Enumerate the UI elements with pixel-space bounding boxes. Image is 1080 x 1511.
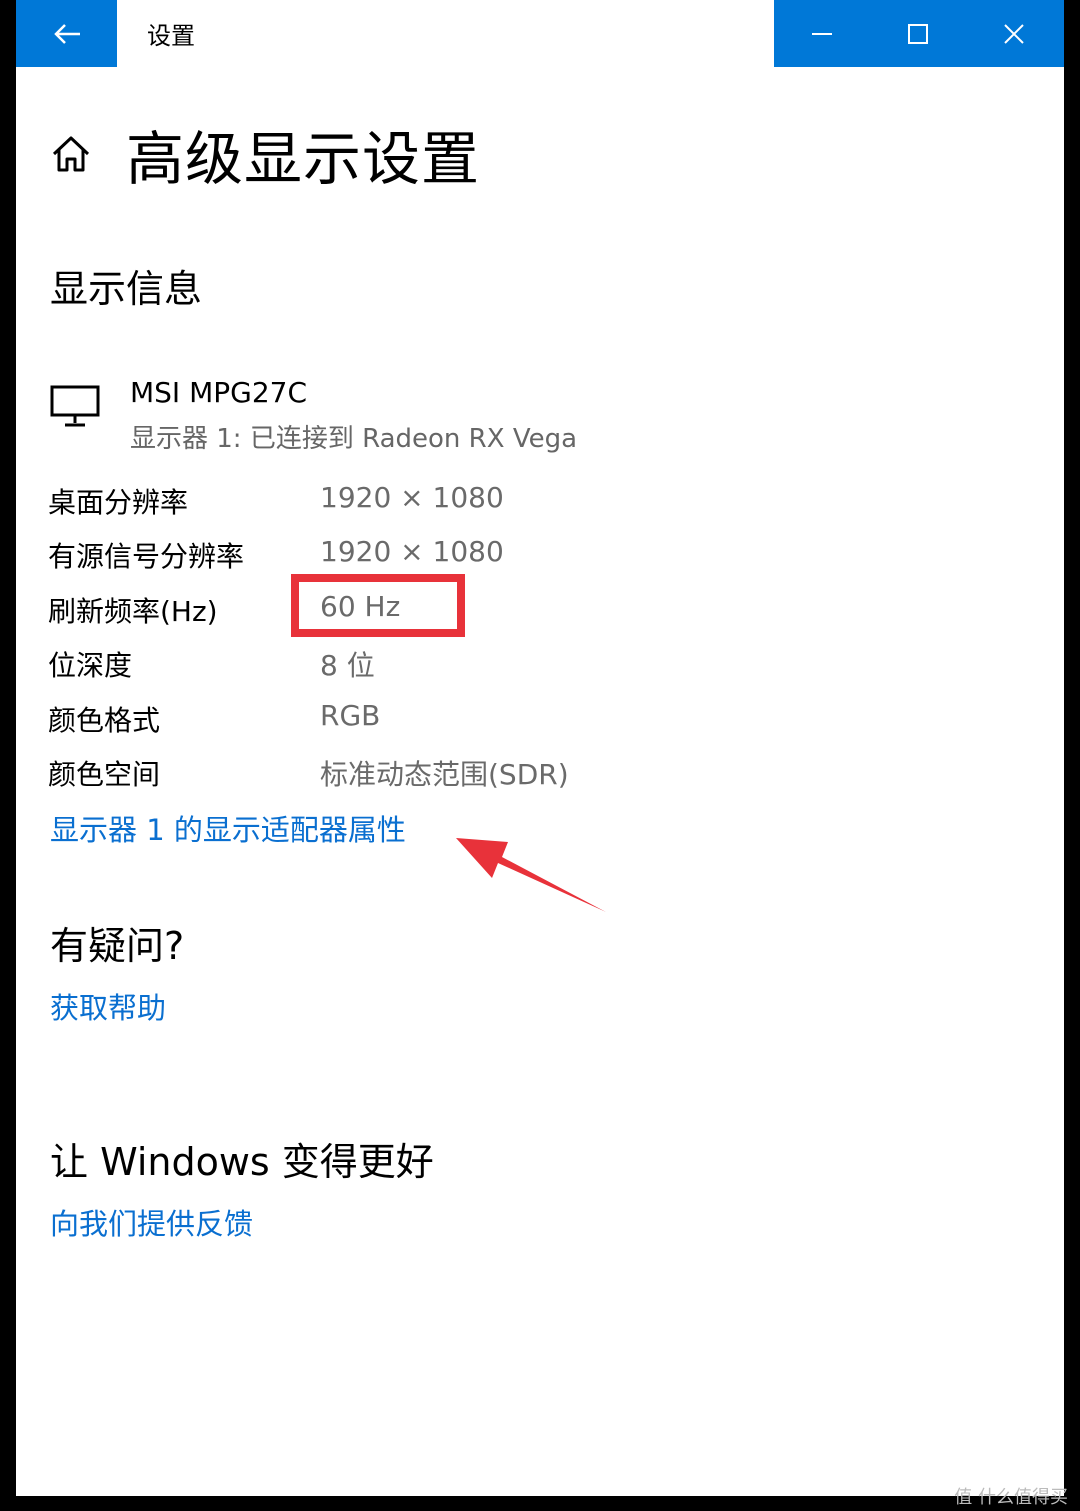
info-row-bit-depth: 位深度 8 位 xyxy=(48,644,668,684)
info-value: 标准动态范围(SDR) xyxy=(320,758,569,791)
minimize-button[interactable] xyxy=(774,0,870,67)
annotation-arrow-icon xyxy=(456,838,606,912)
info-label: 位深度 xyxy=(48,649,133,682)
info-value: 1920 × 1080 xyxy=(320,481,504,514)
refresh-rate-highlight-box xyxy=(291,574,465,637)
close-button[interactable] xyxy=(966,0,1062,67)
monitor-icon xyxy=(50,385,100,427)
maximize-button[interactable] xyxy=(870,0,966,67)
info-label: 有源信号分辨率 xyxy=(48,540,245,573)
give-feedback-link[interactable]: 向我们提供反馈 xyxy=(50,1201,253,1243)
display-info-heading: 显示信息 xyxy=(50,267,203,311)
back-arrow-icon xyxy=(53,23,80,44)
window-controls xyxy=(774,0,1064,67)
info-row-active-signal-resolution: 有源信号分辨率 1920 × 1080 xyxy=(48,535,668,575)
settings-window: 设置 高级显示设置 显示信息 MSI MPG27C 显示器 1: 已连接到 Ra… xyxy=(16,0,1064,1496)
info-row-color-format: 颜色格式 RGB xyxy=(48,699,668,739)
info-row-color-space: 颜色空间 标准动态范围(SDR) xyxy=(48,753,668,793)
get-help-link[interactable]: 获取帮助 xyxy=(50,985,166,1027)
info-value: 8 位 xyxy=(320,649,375,682)
maximize-icon xyxy=(908,23,928,44)
info-value: 1920 × 1080 xyxy=(320,535,504,568)
home-icon[interactable] xyxy=(50,134,92,174)
back-button[interactable] xyxy=(16,0,117,67)
info-label: 桌面分辨率 xyxy=(48,486,189,519)
info-value: RGB xyxy=(320,699,381,732)
help-heading: 有疑问? xyxy=(50,924,185,968)
info-label: 颜色格式 xyxy=(48,704,161,737)
minimize-icon xyxy=(812,32,832,35)
watermark-text: 值 什么值得买 xyxy=(954,1487,1068,1508)
info-label: 颜色空间 xyxy=(48,758,161,791)
window-title: 设置 xyxy=(147,22,195,50)
info-row-desktop-resolution: 桌面分辨率 1920 × 1080 xyxy=(48,481,668,521)
title-bar: 设置 xyxy=(16,0,1064,67)
monitor-connection: 显示器 1: 已连接到 Radeon RX Vega xyxy=(130,424,578,454)
feedback-heading: 让 Windows 变得更好 xyxy=(50,1140,434,1184)
page-header: 高级显示设置 xyxy=(50,112,480,196)
display-adapter-properties-link[interactable]: 显示器 1 的显示适配器属性 xyxy=(50,807,406,849)
page-title: 高级显示设置 xyxy=(126,125,481,193)
close-icon xyxy=(1004,23,1024,44)
monitor-name: MSI MPG27C xyxy=(130,376,308,409)
window-title-area: 设置 xyxy=(117,0,774,67)
info-label: 刷新频率(Hz) xyxy=(48,595,218,628)
